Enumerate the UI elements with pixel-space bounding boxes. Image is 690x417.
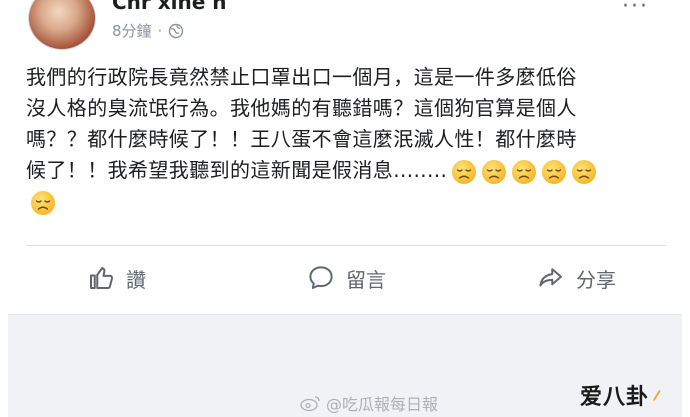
divider: [26, 245, 666, 246]
author-name[interactable]: Chr xine n: [112, 0, 227, 14]
meta-separator: ·: [157, 21, 163, 40]
timestamp[interactable]: 8分鐘: [112, 20, 152, 41]
post-meta: 8分鐘 ·: [112, 20, 184, 41]
disappointed-face-icon: [542, 159, 567, 184]
like-button[interactable]: 讚: [86, 256, 146, 300]
like-label: 讚: [126, 267, 146, 292]
share-button[interactable]: 分享: [536, 256, 616, 300]
globe-icon: [169, 23, 184, 38]
post-text: 我們的行政院長竟然禁止口罩出口一個月，這是一件多麼低俗 沒人格的臭流氓行為。我他…: [26, 62, 674, 217]
watermark-text: @吃瓜報每日報: [326, 395, 439, 414]
disappointed-face-icon: [482, 159, 507, 184]
share-arrow-icon: [539, 268, 562, 287]
post-text-line: 嗎？？都什麼時候了！！王八蛋不會這麼泯滅人性！都什麼時: [26, 127, 577, 151]
emoji-row: [447, 158, 597, 184]
post-actions: 讚 留言 分享: [26, 256, 666, 300]
emoji-row-2: [26, 186, 674, 217]
site-logo: 爱八卦: [580, 374, 690, 416]
post-text-line-last: 候了！！我希望我聽到的這新聞是假消息........: [26, 155, 674, 186]
post-text-line: 候了！！我希望我聽到的這新聞是假消息........: [26, 158, 448, 182]
post-text-line: 沒人格的臭流氓行為。我他媽的有聽錯嗎？這個狗官算是個人: [26, 96, 577, 120]
comment-icon: [309, 266, 333, 289]
thumbs-up-icon: [90, 267, 114, 289]
avatar[interactable]: [28, 0, 96, 50]
more-options-icon[interactable]: ···: [622, 0, 649, 19]
pencil-icon: [653, 390, 661, 401]
post-text-line: 我們的行政院長竟然禁止口罩出口一個月，這是一件多麼低俗: [26, 65, 577, 89]
facebook-post-card: Chr xine n 8分鐘 · ··· 我們的行政院長竟然禁止口罩出口一個月，…: [0, 0, 690, 314]
weibo-watermark: @吃瓜報每日報: [300, 391, 438, 415]
comment-label: 留言: [346, 267, 386, 292]
comment-button[interactable]: 留言: [306, 256, 386, 300]
weibo-icon: [300, 396, 320, 412]
disappointed-face-icon: [452, 159, 477, 184]
logo-text: 爱八卦: [580, 385, 650, 410]
disappointed-face-icon: [572, 159, 597, 184]
share-label: 分享: [576, 267, 616, 292]
disappointed-face-icon: [512, 159, 537, 184]
disappointed-face-icon: [31, 190, 55, 215]
